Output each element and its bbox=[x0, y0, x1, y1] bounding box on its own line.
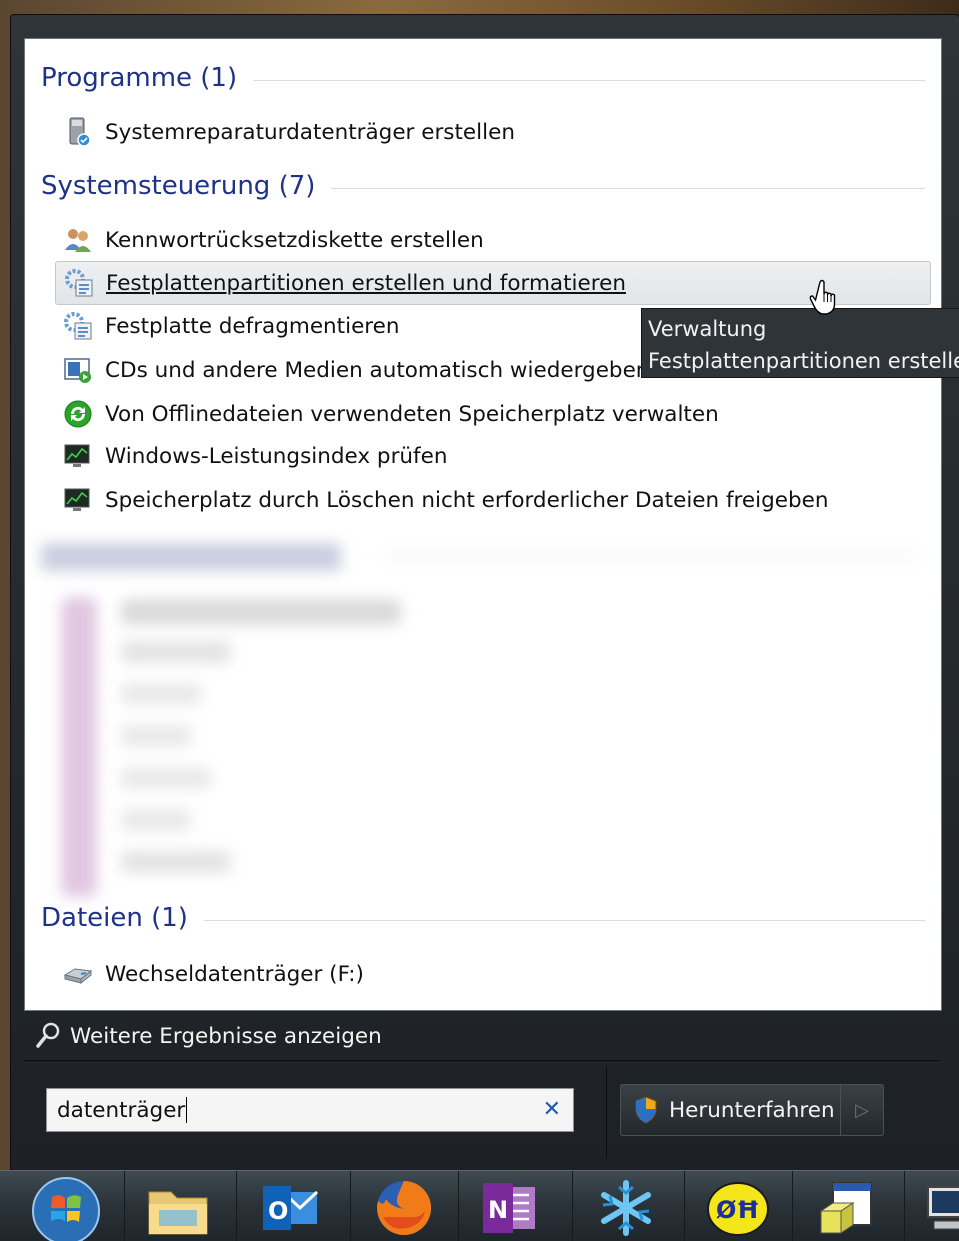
taskbar: O N ØĦ bbox=[0, 1170, 959, 1241]
result-label: Festplatte defragmentieren bbox=[105, 313, 400, 339]
result-item[interactable]: Windows-Leistungsindex prüfen bbox=[55, 435, 929, 477]
divider bbox=[331, 187, 925, 189]
result-item[interactable]: Wechseldatenträger (F:) bbox=[55, 953, 929, 995]
svg-text:ØĦ: ØĦ bbox=[716, 1196, 760, 1224]
result-item[interactable]: Von Offlinedateien verwendeten Speicherp… bbox=[55, 393, 929, 435]
window-app-icon[interactable] bbox=[798, 1175, 894, 1241]
divider bbox=[253, 79, 925, 81]
text-caret bbox=[186, 1097, 188, 1123]
result-label: Kennwortrücksetzdiskette erstellen bbox=[105, 227, 484, 253]
result-label: CDs und andere Medien automatisch wieder… bbox=[105, 357, 650, 383]
taskbar-separator bbox=[236, 1171, 237, 1241]
disc-repair-icon bbox=[63, 117, 93, 147]
firefox-icon[interactable] bbox=[356, 1175, 452, 1241]
admin-tools-icon bbox=[63, 311, 93, 341]
result-label: Speicherplatz durch Löschen nicht erford… bbox=[105, 487, 829, 513]
sync-icon bbox=[63, 399, 93, 429]
shutdown-options-arrow[interactable]: ▷ bbox=[840, 1085, 883, 1135]
tooltip: Verwaltung Festplattenpartitionen erstel… bbox=[641, 308, 959, 378]
search-results-pane: Programme (1) Systemreparaturdatenträger… bbox=[24, 38, 942, 1011]
magnifier-icon bbox=[36, 1022, 62, 1050]
more-results-label: Weitere Ergebnisse anzeigen bbox=[70, 1023, 382, 1049]
group-header-control-panel[interactable]: Systemsteuerung (7) bbox=[41, 171, 925, 201]
computer-icon[interactable] bbox=[910, 1175, 959, 1241]
shutdown-button[interactable]: Herunterfahren ▷ bbox=[620, 1084, 884, 1136]
result-item[interactable]: Kennwortrücksetzdiskette erstellen bbox=[55, 219, 929, 261]
removable-drive-icon bbox=[63, 959, 93, 989]
search-input[interactable]: datenträger ✕ bbox=[46, 1088, 574, 1132]
hand-cursor-icon bbox=[808, 278, 844, 316]
outlook-icon[interactable]: O bbox=[242, 1175, 338, 1241]
taskbar-separator bbox=[904, 1171, 905, 1241]
users-icon bbox=[63, 225, 93, 255]
search-area: datenträger ✕ bbox=[24, 1066, 607, 1158]
svg-text:N: N bbox=[488, 1196, 508, 1224]
shutdown-label: Herunterfahren bbox=[669, 1097, 835, 1123]
more-results-link[interactable]: Weitere Ergebnisse anzeigen bbox=[24, 1012, 940, 1061]
blurred-results-group bbox=[41, 539, 921, 899]
clear-search-icon[interactable]: ✕ bbox=[543, 1097, 561, 1122]
svg-text:O: O bbox=[268, 1197, 288, 1225]
group-header-files[interactable]: Dateien (1) bbox=[41, 903, 925, 933]
search-text: datenträger bbox=[57, 1097, 186, 1123]
group-title: Programme (1) bbox=[41, 63, 238, 93]
tooltip-description: Festplattenpartitionen erstellen bbox=[648, 349, 959, 373]
snowflake-app-icon[interactable] bbox=[578, 1175, 674, 1241]
admin-tools-icon bbox=[64, 268, 94, 298]
uac-shield-icon bbox=[633, 1095, 659, 1125]
divider bbox=[203, 919, 925, 921]
app-yellow-icon[interactable]: ØĦ bbox=[690, 1175, 786, 1241]
result-label: Systemreparaturdatenträger erstellen bbox=[105, 119, 515, 145]
group-title: Dateien (1) bbox=[41, 903, 188, 933]
onenote-icon[interactable]: N bbox=[462, 1175, 558, 1241]
result-item[interactable]: Systemreparaturdatenträger erstellen bbox=[55, 111, 929, 153]
taskbar-separator bbox=[458, 1171, 459, 1241]
result-label: Windows-Leistungsindex prüfen bbox=[105, 443, 448, 469]
result-item-selected[interactable]: Festplattenpartitionen erstellen und for… bbox=[55, 261, 931, 305]
result-label: Von Offlinedateien verwendeten Speicherp… bbox=[105, 401, 719, 427]
taskbar-separator bbox=[792, 1171, 793, 1241]
group-header-programs[interactable]: Programme (1) bbox=[41, 63, 925, 93]
taskbar-separator bbox=[684, 1171, 685, 1241]
result-item[interactable]: Speicherplatz durch Löschen nicht erford… bbox=[55, 479, 929, 521]
taskbar-separator bbox=[124, 1171, 125, 1241]
start-orb-icon[interactable] bbox=[18, 1175, 114, 1241]
taskbar-separator bbox=[350, 1171, 351, 1241]
tooltip-category: Verwaltung bbox=[648, 317, 767, 341]
result-label: Wechseldatenträger (F:) bbox=[105, 961, 364, 987]
monitor-icon bbox=[63, 485, 93, 515]
result-label: Festplattenpartitionen erstellen und for… bbox=[106, 270, 626, 296]
taskbar-separator bbox=[572, 1171, 573, 1241]
group-title: Systemsteuerung (7) bbox=[41, 171, 316, 201]
monitor-icon bbox=[63, 441, 93, 471]
explorer-icon[interactable] bbox=[130, 1175, 226, 1241]
autoplay-icon bbox=[63, 355, 93, 385]
